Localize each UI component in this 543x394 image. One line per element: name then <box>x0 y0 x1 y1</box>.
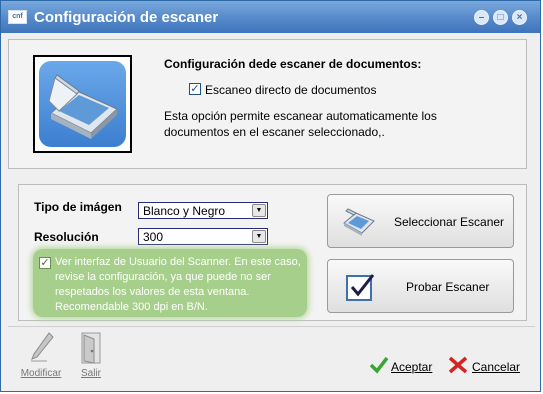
close-button[interactable]: × <box>512 10 527 25</box>
minimize-button[interactable]: – <box>474 10 489 25</box>
image-type-label: Tipo de imágen <box>34 200 122 214</box>
cancel-label: Cancelar <box>472 360 521 374</box>
resolution-label: Resolución <box>34 230 99 244</box>
title-bar[interactable]: cnf Configuración de escaner – □ × <box>1 1 540 33</box>
scanner-ui-note: ✓ Ver interfaz de Usuario del Scanner. E… <box>33 249 307 317</box>
select-scanner-button[interactable]: Seleccionar Escaner <box>327 194 514 248</box>
scanner-icon <box>39 61 126 147</box>
direct-scan-checkbox[interactable]: ✓ <box>189 83 201 95</box>
direct-scan-label: Escaneo directo de documentos <box>205 83 377 97</box>
chevron-down-icon[interactable]: ▼ <box>252 204 266 217</box>
pen-icon <box>19 331 63 368</box>
top-heading: Configuración dede escaner de documentos… <box>164 57 422 71</box>
scanner-ui-text: Ver interfaz de Usuario del Scanner. En … <box>55 256 301 313</box>
description-line-1: Esta opción permite escanear automaticam… <box>164 109 437 123</box>
checkmark-icon <box>346 273 375 304</box>
scanner-image-frame <box>33 55 132 153</box>
scanner-ui-checkbox[interactable]: ✓ <box>39 257 51 269</box>
test-scanner-label: Probar Escaner <box>406 280 490 294</box>
chevron-down-icon[interactable]: ▼ <box>252 230 266 243</box>
maximize-button[interactable]: □ <box>493 10 508 25</box>
image-type-select[interactable]: Blanco y Negro ▼ <box>138 202 268 219</box>
modify-button[interactable]: Modificar <box>19 331 63 379</box>
window-title: Configuración de escaner <box>34 9 219 26</box>
exit-button[interactable]: Salir <box>73 331 109 379</box>
description-line-2: documentos en el escaner seleccionado,. <box>164 125 385 139</box>
select-scanner-label: Seleccionar Escaner <box>394 215 505 229</box>
config-window: cnf Configuración de escaner – □ × Confi… <box>0 0 541 392</box>
modify-label: Modificar <box>20 368 62 379</box>
app-icon: cnf <box>8 10 27 24</box>
door-icon <box>73 331 109 368</box>
accept-icon <box>369 356 389 377</box>
exit-label: Salir <box>80 368 101 379</box>
test-scanner-button[interactable]: Probar Escaner <box>327 259 514 313</box>
resolution-select[interactable]: 300 ▼ <box>138 228 268 245</box>
image-type-value: Blanco y Negro <box>143 204 226 218</box>
scanner-small-icon <box>342 207 376 240</box>
footer-divider <box>8 326 535 327</box>
accept-label: Aceptar <box>391 360 433 374</box>
resolution-value: 300 <box>143 230 164 244</box>
cancel-icon <box>448 356 468 377</box>
